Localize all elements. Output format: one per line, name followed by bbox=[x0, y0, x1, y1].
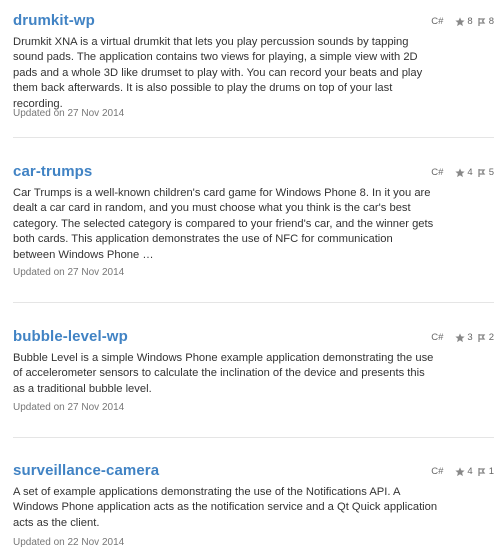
star-count: 3 bbox=[467, 332, 473, 343]
fork-icon bbox=[477, 168, 487, 178]
repo-stats: C# 4 5 bbox=[431, 167, 494, 178]
repo-item: car-trumps C# 4 5 Car Trumps is a well-k… bbox=[0, 163, 500, 283]
repo-item: drumkit-wp C# 8 8 Drumkit XNA is a virtu… bbox=[0, 9, 500, 124]
forks-link[interactable]: 2 bbox=[477, 332, 494, 343]
stars-link[interactable]: 4 bbox=[455, 167, 473, 178]
fork-icon bbox=[477, 17, 487, 27]
star-count: 4 bbox=[467, 466, 473, 477]
repo-updated: Updated on 22 Nov 2014 bbox=[13, 537, 125, 548]
repo-item: surveillance-camera C# 4 1 A set of exam… bbox=[0, 462, 500, 551]
star-icon bbox=[455, 16, 466, 27]
star-count: 4 bbox=[467, 167, 473, 178]
star-icon bbox=[455, 466, 466, 477]
repo-description: Car Trumps is a well-known children's ca… bbox=[13, 187, 434, 261]
repo-name-link[interactable]: surveillance-camera bbox=[13, 462, 159, 479]
fork-count: 8 bbox=[488, 16, 494, 27]
divider bbox=[13, 302, 494, 303]
forks-link[interactable]: 5 bbox=[477, 167, 494, 178]
divider bbox=[13, 137, 494, 138]
repo-stats: C# 8 8 bbox=[431, 16, 494, 27]
repo-stats: C# 4 1 bbox=[431, 466, 494, 477]
stars-link[interactable]: 8 bbox=[455, 16, 473, 27]
star-icon bbox=[455, 167, 466, 178]
forks-link[interactable]: 1 bbox=[477, 466, 494, 477]
fork-count: 1 bbox=[488, 466, 494, 477]
divider bbox=[13, 437, 494, 438]
repo-language: C# bbox=[431, 332, 444, 343]
repo-name-link[interactable]: car-trumps bbox=[13, 163, 92, 180]
repo-language: C# bbox=[431, 167, 444, 178]
repo-language: C# bbox=[431, 16, 444, 27]
repo-description: A set of example applications demonstrat… bbox=[13, 486, 438, 529]
stars-link[interactable]: 3 bbox=[455, 332, 473, 343]
fork-count: 5 bbox=[488, 167, 494, 178]
repo-language: C# bbox=[431, 466, 444, 477]
star-count: 8 bbox=[467, 16, 473, 27]
repo-item: bubble-level-wp C# 3 2 Bubble Level is a… bbox=[0, 328, 500, 418]
repo-description: Drumkit XNA is a virtual drumkit that le… bbox=[13, 36, 423, 110]
repo-name-link[interactable]: bubble-level-wp bbox=[13, 328, 128, 345]
forks-link[interactable]: 8 bbox=[477, 16, 494, 27]
star-icon bbox=[455, 332, 466, 343]
repo-name-link[interactable]: drumkit-wp bbox=[13, 12, 95, 29]
repo-updated: Updated on 27 Nov 2014 bbox=[13, 108, 125, 119]
fork-icon bbox=[477, 467, 487, 477]
stars-link[interactable]: 4 bbox=[455, 466, 473, 477]
fork-icon bbox=[477, 333, 487, 343]
repo-updated: Updated on 27 Nov 2014 bbox=[13, 402, 125, 413]
fork-count: 2 bbox=[488, 332, 494, 343]
repo-updated: Updated on 27 Nov 2014 bbox=[13, 267, 125, 278]
repo-stats: C# 3 2 bbox=[431, 332, 494, 343]
repo-description: Bubble Level is a simple Windows Phone e… bbox=[13, 352, 434, 395]
